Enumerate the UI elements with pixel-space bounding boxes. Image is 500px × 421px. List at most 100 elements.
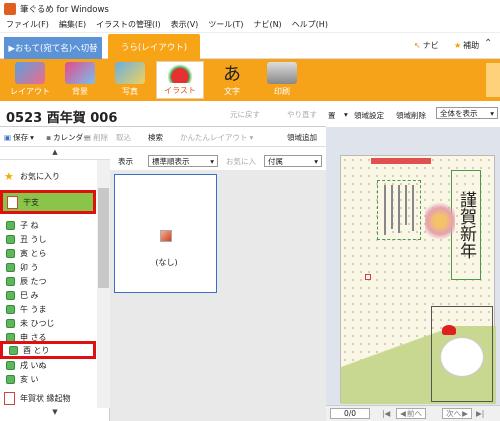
- switch-to-front-tab[interactable]: ▶おもて(宛て名)へ切替: [4, 37, 102, 59]
- area-settings-button[interactable]: 領域設定: [354, 110, 384, 121]
- fan-decoration: [425, 196, 455, 246]
- sidebar-item-label: 戌 いぬ: [20, 360, 47, 370]
- chevron-down-icon: ▾: [314, 156, 318, 166]
- folder-icon: [6, 290, 15, 300]
- text-line: [398, 185, 400, 233]
- take-button[interactable]: 取込: [116, 132, 131, 143]
- chevron-down-icon[interactable]: ▾: [344, 110, 348, 119]
- ribbon-photo-button[interactable]: 写真: [106, 61, 154, 99]
- menu-tools[interactable]: ツール(T): [208, 19, 243, 30]
- menu-navi[interactable]: ナビ(N): [253, 19, 281, 30]
- chevron-left-icon: ◀: [400, 409, 406, 418]
- category-nengajo-label: 年賀状 縁起物: [20, 393, 71, 403]
- last-page-icon[interactable]: ▶|: [476, 409, 484, 418]
- sidebar-item-tori[interactable]: 酉 とり: [0, 341, 96, 359]
- ribbon-layout-button[interactable]: レイアウト: [6, 61, 54, 99]
- title-bar: 筆ぐるめ for Windows: [0, 0, 500, 17]
- sidebar-item-tora[interactable]: 寅 とら: [0, 246, 96, 260]
- folder-icon: [6, 318, 15, 328]
- window-title: 筆ぐるめ for Windows: [20, 4, 109, 15]
- postcard[interactable]: 謹賀新年: [340, 155, 496, 404]
- ribbon-layout-label: レイアウト: [10, 87, 50, 96]
- back-layout-tab[interactable]: うら(レイアウト): [108, 34, 200, 59]
- sidebar-item-hitsuji[interactable]: 未 ひつじ: [0, 316, 96, 330]
- sidebar-scroll-up[interactable]: ▲: [0, 148, 110, 160]
- delete-button[interactable]: ▦ 削除: [84, 132, 108, 143]
- ribbon-text-button[interactable]: あ 文字: [208, 61, 256, 99]
- sidebar-item-u[interactable]: 卯 う: [0, 260, 96, 274]
- text-line: [391, 185, 393, 229]
- category-favorites[interactable]: ★ お気に入り: [0, 166, 96, 186]
- ribbon-illust-label: イラスト: [164, 86, 196, 95]
- sidebar-item-label: 寅 とら: [20, 248, 47, 258]
- place-button[interactable]: 置: [328, 110, 336, 121]
- easy-layout-label: かんたんレイアウト: [180, 133, 248, 142]
- save-button[interactable]: ▣ 保存 ▾: [4, 132, 34, 143]
- calendar-icon: ▪: [46, 133, 52, 142]
- navi-link[interactable]: ↖ ナビ: [414, 40, 439, 51]
- text-line: [384, 185, 386, 235]
- menu-view[interactable]: 表示(V): [171, 19, 199, 30]
- folder-icon: [6, 220, 15, 230]
- layout-icon: [15, 62, 45, 84]
- view-select-value: 全体を表示: [440, 108, 478, 118]
- favorite-filter-label[interactable]: お気に入: [226, 156, 256, 167]
- menu-illust-manage[interactable]: イラストの管理(I): [96, 19, 160, 30]
- navi-label: ナビ: [422, 41, 439, 50]
- sidebar-item-uma[interactable]: 午 うま: [0, 302, 96, 316]
- first-page-icon[interactable]: |◀: [382, 409, 390, 418]
- undo-button[interactable]: 元に戻す: [230, 109, 260, 120]
- hojo-link[interactable]: ★ 補助: [454, 40, 479, 51]
- rooster-selection-box[interactable]: [431, 306, 493, 402]
- category-eto[interactable]: 干支: [0, 190, 96, 214]
- source-select[interactable]: 付属 ▾: [264, 155, 322, 167]
- sidebar-item-tatsu[interactable]: 辰 たつ: [0, 274, 96, 288]
- take-label: 取込: [116, 133, 131, 142]
- view-select[interactable]: 全体を表示 ▾: [436, 107, 498, 119]
- collapse-ribbon-icon[interactable]: ⌃: [484, 38, 492, 49]
- display-order-select[interactable]: 標準順表示 ▾: [148, 155, 218, 167]
- category-favorites-label: お気に入り: [20, 171, 60, 181]
- ribbon-illust-button[interactable]: イラスト: [156, 61, 204, 99]
- next-page-button[interactable]: 次へ ▶: [442, 408, 472, 419]
- add-area-button[interactable]: 領域追加: [287, 132, 317, 143]
- menu-file[interactable]: ファイル(F): [6, 19, 49, 30]
- source-value: 付属: [268, 156, 283, 166]
- ribbon: レイアウト 背景 写真 イラスト あ 文字 印刷: [0, 59, 500, 101]
- text-line: [412, 185, 414, 231]
- illust-thumbnail-none[interactable]: (なし): [114, 174, 217, 293]
- ribbon-background-label: 背景: [72, 87, 88, 96]
- sidebar-item-ushi[interactable]: 丑 うし: [0, 232, 96, 246]
- navi-icon: ↖: [414, 41, 421, 50]
- easy-layout-button[interactable]: かんたんレイアウト ▾: [180, 132, 253, 143]
- sidebar-item-inu[interactable]: 戌 いぬ: [0, 358, 96, 372]
- file-name: 0523 酉年賀 006: [6, 111, 118, 126]
- folder-icon: [6, 360, 15, 370]
- top-red-label: [371, 158, 431, 164]
- ribbon-background-button[interactable]: 背景: [56, 61, 104, 99]
- photo-icon: [115, 62, 145, 84]
- add-area-label: 領域追加: [287, 133, 317, 142]
- sidebar-scroll-down[interactable]: ▼: [0, 408, 110, 421]
- sidebar-scroll-thumb[interactable]: [98, 188, 109, 288]
- display-order-value: 標準順表示: [152, 156, 190, 166]
- prev-page-button[interactable]: ◀ 前へ: [396, 408, 426, 419]
- redo-button[interactable]: やり直す: [287, 109, 317, 120]
- area-delete-button[interactable]: 領域削除: [396, 110, 426, 121]
- menu-edit[interactable]: 編集(E): [59, 19, 86, 30]
- illust-list-header: 表示 標準順表示 ▾ お気に入 付属 ▾: [110, 152, 326, 170]
- greeting-text[interactable]: 謹賀新年: [451, 170, 481, 280]
- page-counter: 0/0: [330, 408, 370, 419]
- search-button[interactable]: 検索: [148, 132, 163, 143]
- category-sidebar: ▲ ★ お気に入り 干支 子 ね 丑 うし 寅 とら 卯 う 辰 たつ 巳 み …: [0, 148, 110, 421]
- ribbon-print-label: 印刷: [274, 87, 290, 96]
- category-nengajo-engimono[interactable]: 年賀状 縁起物: [0, 388, 96, 408]
- ribbon-print-button[interactable]: 印刷: [258, 61, 306, 99]
- sidebar-item-ne[interactable]: 子 ね: [0, 218, 96, 232]
- ribbon-text-label: 文字: [224, 87, 240, 96]
- sidebar-item-i[interactable]: 亥 い: [0, 372, 96, 386]
- sidebar-item-mi[interactable]: 巳 み: [0, 288, 96, 302]
- message-text-box[interactable]: [377, 180, 421, 240]
- menu-help[interactable]: ヘルプ(H): [292, 19, 328, 30]
- chevron-down-icon: ▾: [490, 108, 494, 118]
